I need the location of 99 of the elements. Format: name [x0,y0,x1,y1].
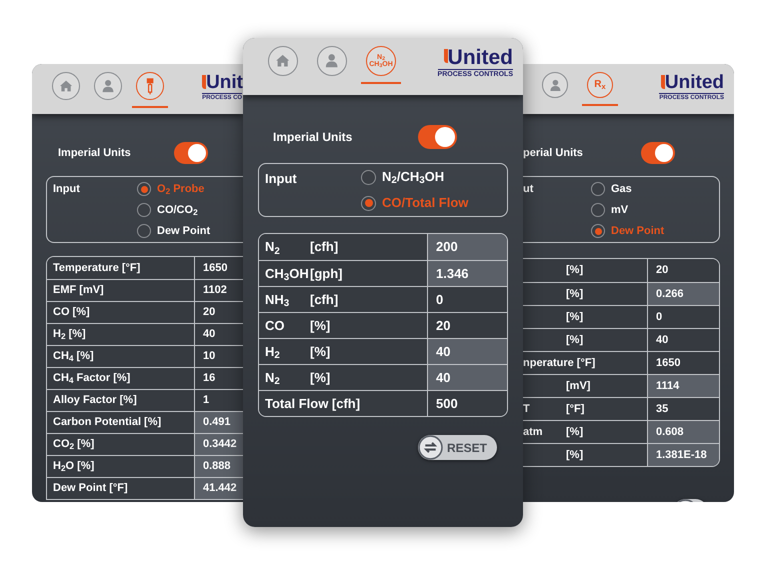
mode-tab[interactable]: R$_{x}$ [587,72,613,98]
row-label: atm [523,426,543,438]
row-label: CH$_{3}$OH [265,266,309,281]
radio-option[interactable]: Gas [591,181,664,197]
radio-button[interactable] [361,196,376,210]
row-unit: [%] [566,286,584,302]
logo-mark-icon [202,75,206,89]
profile-tab[interactable] [94,72,122,100]
row-label: EMF [mV] [53,283,104,298]
input-label: ut [523,182,534,197]
value-cell: 35 [648,398,719,420]
row-label: Temperature [°F] [53,260,140,276]
logo-mark-icon [444,49,448,63]
row-unit: [%] [310,342,330,361]
value-cell: 0.491 [195,412,243,433]
person-icon [100,78,116,94]
row-label: NH$_{3}$ [265,292,290,307]
row-unit: [%] [310,316,330,335]
mode-tab[interactable] [136,72,164,100]
row-label: Alloy Factor [%] [53,393,137,408]
row-unit: [%] [566,310,584,325]
radio-button[interactable] [591,224,605,238]
row-label: Dew Point [°F] [53,481,128,496]
row-unit: [cfh] [310,238,338,256]
value-cell: 0.608 [648,421,719,443]
row-label: T [523,402,530,415]
radio-button[interactable] [137,224,151,238]
logo-name: United [664,73,724,92]
row-label: CH$_{4}$ Factor [%] [53,371,130,387]
value-cell: 1 [195,390,243,411]
row-label: N$_{2}$ [265,239,280,254]
radio-button[interactable] [361,170,376,184]
toggle-knob [435,127,455,147]
toggle-knob [188,144,206,162]
value-cell: 1114 [648,375,719,397]
units-toggle[interactable] [418,125,457,149]
row-label: N$_{2}$ [265,370,280,385]
row-unit: [%] [566,263,584,278]
value-cell: 40 [428,339,507,364]
value-cell: 1.381E-18 [648,444,719,466]
value-cell: 1.346 [428,261,507,286]
value-cell: 41.442 [195,478,243,499]
row-unit: [°F] [566,402,584,417]
radio-button[interactable] [591,203,605,217]
toggle-label: Imperial Units [272,129,354,146]
selected-indicator [582,104,618,106]
value-cell: 0.888 [195,456,243,477]
toggle-label: Imperial Units [57,146,132,161]
radio-option[interactable]: Dew Point [137,223,210,239]
input-label: Input [53,182,81,197]
row-unit: [gph] [310,264,342,283]
toggle-knob [655,144,673,162]
selected-indicator [361,82,401,84]
reset-button[interactable]: RESET [418,435,497,460]
radio-option[interactable]: O$_{2}$ Probe [137,181,210,197]
value-cell: 1650 [195,257,243,279]
row-label: H$_{2}$ [265,344,280,359]
row-unit: [%] [566,424,584,440]
logo-name: United [448,47,513,68]
row-unit: [cfh] [310,290,338,309]
logo-name: Unit [206,73,243,92]
reset-icon [418,435,443,460]
value-cell: 0.266 [648,283,719,305]
radio-button[interactable] [137,203,151,217]
home-tab[interactable] [52,72,80,100]
radio-option[interactable]: N$_{2}$/CH$_{3}$OH [361,169,468,185]
row-label: nperature [°F] [523,356,596,371]
radio-option[interactable]: CO/CO$_{2}$ [137,202,210,218]
units-toggle[interactable] [174,142,208,164]
row-label: CO [265,318,284,333]
row-unit: [%] [310,368,330,387]
row-label: Carbon Potential [%] [53,415,162,430]
radio-option[interactable]: mV [591,202,664,218]
row-unit: [%] [566,448,584,463]
radio-option[interactable]: CO/Total Flow [361,195,468,211]
row-label: H$_{2}$ [%] [53,327,86,343]
tab-label: R$_{x}$ [594,80,606,90]
row-unit: [%] [566,332,584,348]
input-label: Input [265,170,298,188]
row-label: H$_{2}$O [%] [53,459,94,475]
profile-tab[interactable] [542,72,568,98]
radio-button[interactable] [591,182,605,196]
row-label: Total Flow [cfh] [265,394,360,413]
profile-tab[interactable] [317,46,347,76]
toggle-label: perial Units [523,146,584,161]
radio-option[interactable]: Dew Point [591,223,664,239]
row-label: CO$_{2}$ [%] [53,437,94,453]
value-cell: 40 [428,365,507,390]
person-icon [548,78,562,92]
home-tab[interactable] [268,46,298,76]
units-toggle[interactable] [641,142,675,164]
logo-mark-icon [660,75,665,89]
row-unit: [mV] [566,378,590,394]
radio-button[interactable] [137,182,151,196]
row-label: CH$_{4}$ [%] [53,349,94,365]
row-label: CO [%] [53,305,90,320]
value-cell: 0.3442 [195,434,243,455]
value-cell: 200 [428,234,507,260]
selected-indicator [132,106,168,108]
